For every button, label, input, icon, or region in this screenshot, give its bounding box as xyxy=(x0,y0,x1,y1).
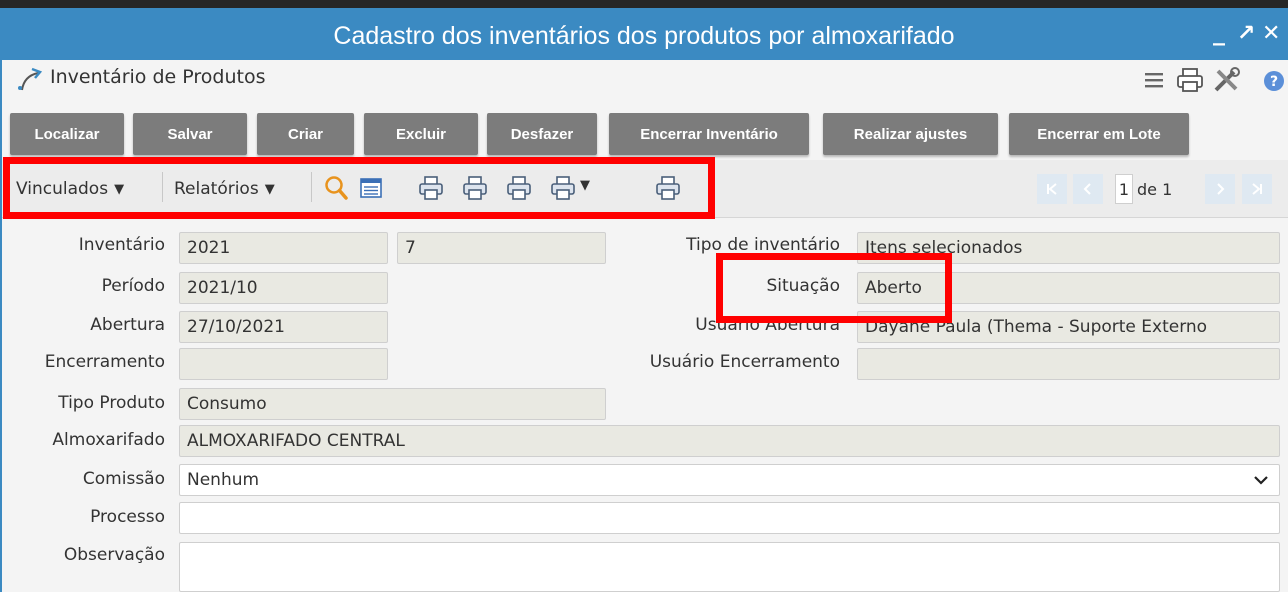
realizar-ajustes-button[interactable]: Realizar ajustes xyxy=(823,113,998,155)
print-icon[interactable] xyxy=(1175,66,1205,94)
processo-field[interactable] xyxy=(179,502,1280,534)
abertura-label: Abertura xyxy=(90,315,165,335)
encerramento-label: Encerramento xyxy=(44,352,165,372)
encerramento-field[interactable] xyxy=(179,348,388,380)
highlight-box xyxy=(716,253,952,323)
almoxarifado-label: Almoxarifado xyxy=(52,430,165,450)
next-page-icon xyxy=(1217,183,1225,195)
help-icon[interactable]: ? xyxy=(1263,70,1285,92)
last-page-button[interactable] xyxy=(1242,174,1272,204)
usuario-encerramento-label: Usuário Encerramento xyxy=(649,352,840,372)
processo-label: Processo xyxy=(90,507,165,527)
close-button[interactable]: ✕ xyxy=(1262,21,1280,46)
back-arrow-icon[interactable] xyxy=(16,64,46,94)
highlight-box xyxy=(3,157,715,219)
previous-page-button[interactable] xyxy=(1073,174,1103,204)
inventario-label: Inventário xyxy=(78,235,165,255)
localizar-button[interactable]: Localizar xyxy=(10,113,124,155)
first-page-button[interactable] xyxy=(1037,174,1067,204)
encerrar-inventario-button[interactable]: Encerrar Inventário xyxy=(609,113,809,155)
tools-icon[interactable] xyxy=(1212,66,1242,94)
comissao-label: Comissão xyxy=(82,469,165,489)
svg-text:?: ? xyxy=(1270,74,1278,90)
comissao-select[interactable]: Nenhum xyxy=(179,464,1280,496)
observacao-label: Observação xyxy=(63,545,165,565)
page-number-input[interactable]: 1 xyxy=(1115,174,1133,204)
page-title: Inventário de Produtos xyxy=(50,66,266,88)
tipo-inventario-label: Tipo de inventário xyxy=(686,235,840,255)
almoxarifado-field[interactable]: ALMOXARIFADO CENTRAL xyxy=(179,425,1280,457)
excluir-button[interactable]: Excluir xyxy=(364,113,478,155)
abertura-field[interactable]: 27/10/2021 xyxy=(179,311,388,343)
encerrar-em-lote-button[interactable]: Encerrar em Lote xyxy=(1009,113,1189,155)
periodo-field[interactable]: 2021/10 xyxy=(179,272,388,304)
tipo-produto-label: Tipo Produto xyxy=(58,393,165,413)
last-page-icon xyxy=(1252,183,1262,195)
salvar-button[interactable]: Salvar xyxy=(133,113,247,155)
criar-button[interactable]: Criar xyxy=(257,113,354,155)
desfazer-button[interactable]: Desfazer xyxy=(487,113,597,155)
next-page-button[interactable] xyxy=(1205,174,1235,204)
chevron-down-icon[interactable] xyxy=(1253,472,1269,488)
usuario-encerramento-field[interactable] xyxy=(857,348,1280,380)
maximize-button[interactable]: ↗ xyxy=(1237,21,1255,46)
window-title: Cadastro dos inventários dos produtos po… xyxy=(333,22,955,50)
comissao-value: Nenhum xyxy=(187,470,260,490)
minimize-button[interactable]: _ xyxy=(1213,18,1225,46)
inventario-year-field[interactable]: 2021 xyxy=(179,232,388,264)
previous-page-icon xyxy=(1083,183,1091,195)
menu-icon[interactable] xyxy=(1143,68,1167,92)
inventario-number-field[interactable]: 7 xyxy=(397,232,606,264)
top-strip xyxy=(0,0,1288,8)
left-border xyxy=(0,60,2,592)
tipo-produto-field[interactable]: Consumo xyxy=(179,388,606,420)
periodo-label: Período xyxy=(101,276,165,296)
page-total-label: de 1 xyxy=(1137,180,1173,199)
observacao-textarea[interactable] xyxy=(179,542,1280,592)
first-page-icon xyxy=(1047,183,1057,195)
